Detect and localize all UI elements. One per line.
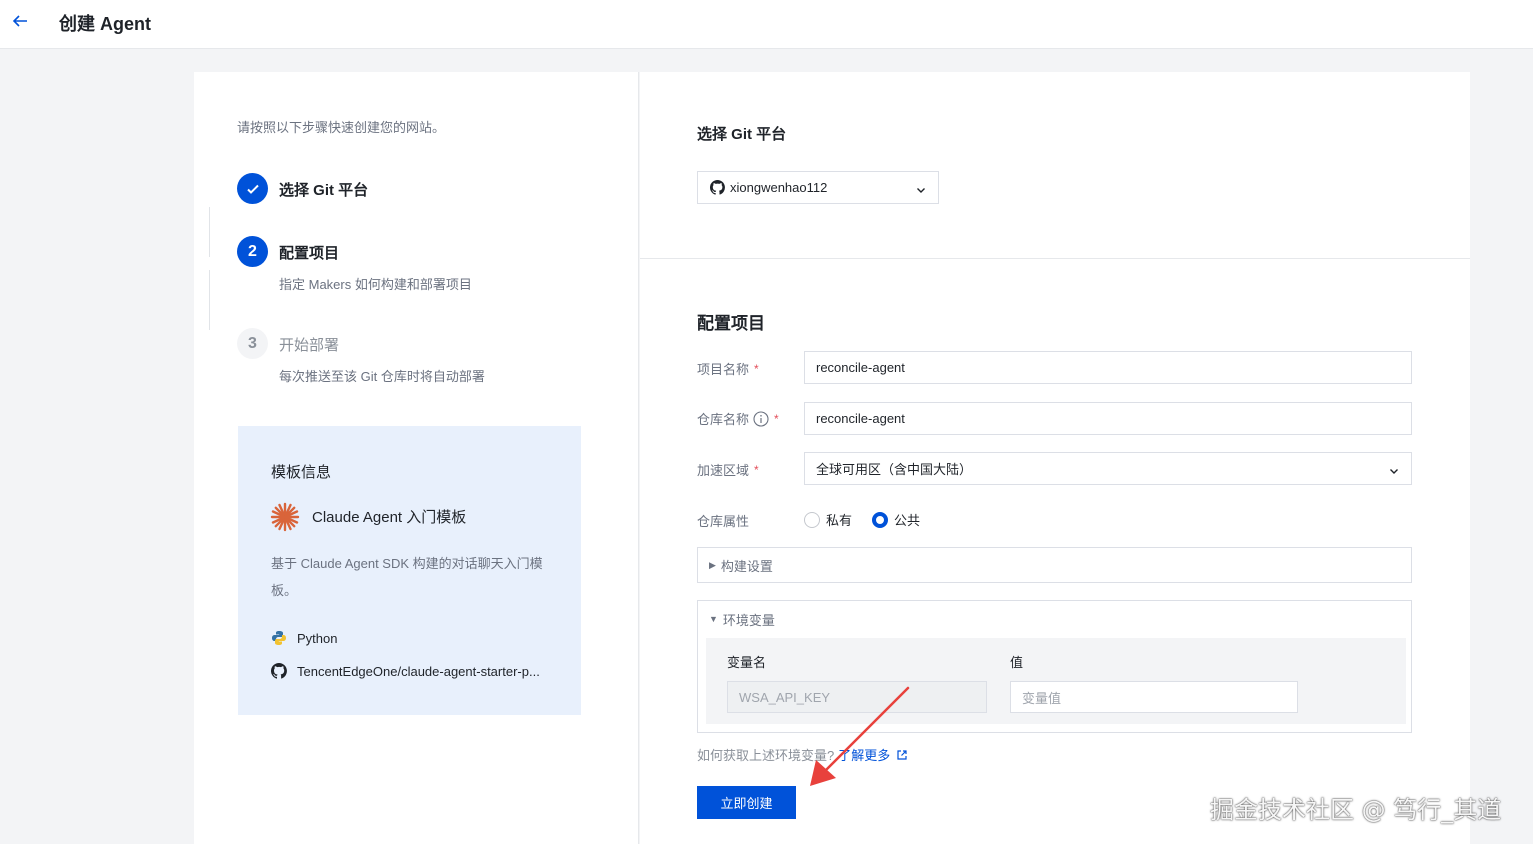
git-account-select[interactable]: xiongwenhao112 (697, 171, 939, 204)
env-col-name: 变量名 (727, 655, 767, 670)
info-icon[interactable] (753, 410, 769, 427)
env-vars-toggle[interactable]: ▼ 环境变量 (698, 601, 1411, 637)
project-name-label: 项目名称 * (697, 361, 759, 378)
caret-right-icon: ▶ (709, 560, 716, 570)
project-name-input[interactable]: reconcile-agent (804, 351, 1412, 384)
caret-down-icon: ▼ (709, 614, 718, 624)
env-value-input[interactable]: 变量值 (1010, 681, 1298, 713)
template-info-card: 模板信息 Claude Agent 入门模板 基于 Claude Agent S… (238, 426, 581, 715)
page-title: 创建 Agent (59, 14, 151, 34)
steps-panel: 请按照以下步骤快速创建您的网站。 选择 Git 平台 2 配置项目 指定 Mak… (194, 72, 639, 844)
template-description: 基于 Claude Agent SDK 构建的对话聊天入门模板。 (271, 556, 543, 598)
region-select[interactable]: 全球可用区（含中国大陆） (804, 452, 1412, 485)
env-vars-panel: ▼ 环境变量 变量名 值 WSA_API_KEY 变量值 (697, 600, 1412, 733)
create-now-button[interactable]: 立即创建 (697, 786, 796, 819)
step-title: 开始部署 (279, 337, 340, 354)
step-desc: 每次推送至该 Git 仓库时将自动部署 (279, 369, 485, 384)
chevron-down-icon (916, 183, 926, 193)
env-vars-table: 变量名 值 WSA_API_KEY 变量值 (706, 638, 1406, 724)
template-heading: 模板信息 (271, 464, 332, 481)
github-icon (710, 180, 725, 195)
build-settings-toggle[interactable]: ▶ 构建设置 (698, 548, 1411, 583)
chevron-down-icon (1389, 464, 1399, 474)
build-settings-panel: ▶ 构建设置 (697, 547, 1412, 583)
step-number: 2 (237, 236, 268, 267)
github-icon (271, 663, 287, 679)
template-name: Claude Agent 入门模板 (312, 509, 467, 526)
env-help-text: 如何获取上述环境变量? 了解更多 (697, 745, 908, 764)
check-icon (237, 173, 268, 204)
step-title: 配置项目 (279, 245, 340, 262)
region-label: 加速区域 * (697, 462, 759, 479)
repo-name-input[interactable]: reconcile-agent (804, 402, 1412, 435)
step-title: 选择 Git 平台 (279, 182, 369, 199)
learn-more-link[interactable]: 了解更多 (838, 745, 890, 764)
arrow-left-icon[interactable] (10, 11, 30, 31)
step-number: 3 (237, 328, 268, 359)
git-section-title: 选择 Git 平台 (697, 126, 787, 143)
claude-logo-icon (270, 502, 300, 532)
env-col-value: 值 (1010, 655, 1024, 670)
step-desc: 指定 Makers 如何构建和部署项目 (279, 277, 472, 292)
step-connector (209, 270, 210, 330)
radio-public[interactable]: 公共 (872, 510, 920, 529)
radio-circle-checked (872, 511, 888, 528)
external-link-icon[interactable] (896, 749, 908, 761)
config-section-title: 配置项目 (697, 314, 765, 333)
intro-text: 请按照以下步骤快速创建您的网站。 (237, 120, 446, 135)
step-connector (209, 207, 210, 257)
git-account-name: xiongwenhao112 (730, 180, 828, 195)
radio-circle (804, 511, 820, 528)
repo-attr-label: 仓库属性 (697, 514, 750, 529)
radio-private[interactable]: 私有 (804, 510, 852, 529)
template-language: Python (271, 630, 337, 646)
config-panel: 选择 Git 平台 xiongwenhao112 配置项目 项目名称 * reco… (640, 72, 1470, 844)
watermark: 掘金技术社区 @ 笃行_其道 (1210, 796, 1502, 824)
repo-label: TencentEdgeOne/claude-agent-starter-p... (297, 663, 540, 679)
repo-name-label: 仓库名称 * (697, 410, 779, 427)
template-repo[interactable]: TencentEdgeOne/claude-agent-starter-p... (271, 663, 540, 679)
python-icon (271, 630, 287, 646)
top-bar: 创建 Agent (0, 0, 1533, 49)
language-label: Python (297, 630, 338, 646)
section-divider (640, 258, 1470, 259)
env-name-input[interactable]: WSA_API_KEY (727, 681, 987, 713)
